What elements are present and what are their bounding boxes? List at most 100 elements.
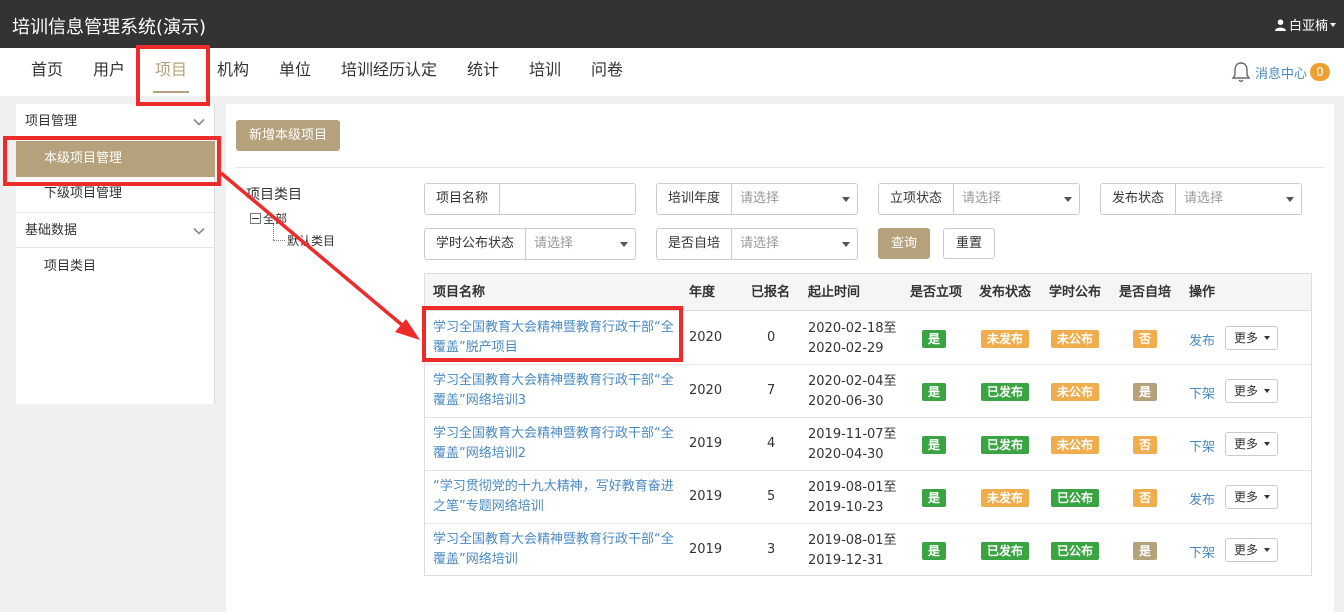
caret-down-icon: [620, 242, 628, 247]
period-start: 2019-11-07至: [808, 427, 897, 442]
self-training-select[interactable]: 请选择: [732, 229, 857, 259]
unpublish-link[interactable]: 下架: [1189, 542, 1215, 561]
column-header: 年度: [689, 285, 716, 300]
publish-status-badge: 未发布: [981, 330, 1030, 348]
sidebar-group-label: 项目管理: [25, 114, 78, 129]
year-cell: 2020: [689, 383, 723, 398]
select-placeholder: 请选择: [962, 191, 1002, 206]
period-start: 2019-08-01至: [808, 533, 897, 548]
year-cell: 2019: [689, 489, 723, 504]
more-dropdown-button[interactable]: 更多: [1225, 432, 1278, 456]
tree-node-all[interactable]: 全部: [250, 210, 287, 227]
enrolled-cell: 4: [767, 436, 776, 451]
caret-down-icon: [1286, 197, 1294, 202]
caret-down-icon: [842, 242, 850, 247]
query-button[interactable]: 查询: [878, 228, 930, 259]
add-project-button[interactable]: 新增本级项目: [236, 120, 340, 151]
publish-link[interactable]: 发布: [1189, 330, 1215, 349]
tree-connector: [273, 240, 285, 241]
nav-home[interactable]: 首页: [31, 48, 63, 96]
select-placeholder: 请选择: [534, 236, 574, 251]
period-cell: 2019-11-07至 2020-04-30: [808, 425, 897, 465]
project-name-link[interactable]: 学习全国教育大会精神暨教育行政干部“全覆盖”网络培训2: [433, 424, 678, 464]
project-name-link[interactable]: “学习贯彻党的十九大精神，写好教育奋进之笔”专题网络培训: [433, 477, 678, 517]
approved-badge: 是: [922, 436, 947, 454]
year-cell: 2019: [689, 542, 723, 557]
unpublish-link[interactable]: 下架: [1189, 436, 1215, 455]
sidebar-item-sub-projects[interactable]: 下级项目管理: [16, 176, 215, 212]
filter-self-training: 是否自培 请选择: [656, 228, 858, 260]
project-name-link[interactable]: 学习全国教育大会精神暨教育行政干部“全覆盖”脱产项目: [433, 318, 678, 358]
sidebar-item-local-projects[interactable]: 本级项目管理: [16, 141, 215, 177]
nav-institutions[interactable]: 机构: [217, 48, 249, 96]
more-dropdown-button[interactable]: 更多: [1225, 538, 1278, 562]
approval-status-select[interactable]: 请选择: [954, 184, 1079, 214]
tree-node-default[interactable]: 默认类目: [287, 232, 335, 249]
more-dropdown-button[interactable]: 更多: [1225, 379, 1278, 403]
project-table: 项目名称 年度 已报名 起止时间 是否立项 发布状态 学时公布 是否自培 操作 …: [424, 273, 1312, 576]
publish-status-badge: 未发布: [981, 489, 1030, 507]
filter-training-year: 培训年度 请选择: [656, 183, 858, 215]
message-center[interactable]: 消息中心 0: [1231, 61, 1330, 83]
nav-training-recognition[interactable]: 培训经历认定: [341, 48, 437, 96]
nav-projects[interactable]: 项目: [152, 48, 190, 96]
column-header: 发布状态: [979, 285, 1032, 300]
sidebar-group-project-management[interactable]: 项目管理: [16, 104, 215, 140]
publish-status-badge: 已发布: [981, 436, 1030, 454]
tree-node-label: 全部: [263, 212, 288, 226]
nav-units[interactable]: 单位: [279, 48, 311, 96]
caret-down-icon: [1264, 495, 1270, 499]
caret-down-icon: [1330, 22, 1336, 27]
more-dropdown-button[interactable]: 更多: [1225, 485, 1278, 509]
hours-status-badge: 未公布: [1051, 330, 1100, 348]
period-end: 2020-06-30: [808, 394, 884, 409]
publish-status-badge: 已发布: [981, 542, 1030, 560]
column-header: 是否自培: [1119, 285, 1172, 300]
sidebar: 项目管理 本级项目管理 下级项目管理 基础数据 项目类目: [16, 104, 215, 404]
filter-project-name: 项目名称: [424, 183, 636, 215]
more-dropdown-button[interactable]: 更多: [1225, 326, 1278, 350]
nav-survey[interactable]: 问卷: [591, 48, 623, 96]
project-name-link[interactable]: 学习全国教育大会精神暨教育行政干部“全覆盖”网络培训: [433, 530, 678, 570]
period-start: 2019-08-01至: [808, 480, 897, 495]
filter-label: 培训年度: [657, 184, 733, 214]
self-training-badge: 否: [1133, 330, 1158, 348]
hours-status-badge: 未公布: [1051, 436, 1100, 454]
sidebar-group-label: 基础数据: [25, 223, 78, 238]
filter-publish-status: 发布状态 请选择: [1100, 183, 1302, 215]
project-name-input[interactable]: [500, 184, 635, 214]
top-bar: 培训信息管理系统(演示) 白亚楠: [0, 0, 1344, 48]
nav-users[interactable]: 用户: [93, 48, 125, 96]
period-cell: 2020-02-04至 2020-06-30: [808, 372, 897, 412]
hours-status-badge: 已公布: [1051, 542, 1100, 560]
divider: [236, 167, 1324, 168]
project-name-link[interactable]: 学习全国教育大会精神暨教育行政干部“全覆盖”网络培训3: [433, 371, 678, 411]
sidebar-item-categories[interactable]: 项目类目: [16, 249, 215, 285]
publish-link[interactable]: 发布: [1189, 489, 1215, 508]
self-training-badge: 是: [1133, 542, 1158, 560]
period-start: 2020-02-04至: [808, 374, 897, 389]
app-title: 培训信息管理系统(演示): [12, 17, 207, 38]
training-year-select[interactable]: 请选择: [732, 184, 857, 214]
hours-status-badge: 未公布: [1051, 383, 1100, 401]
filter-label: 发布状态: [1101, 184, 1177, 214]
column-header: 项目名称: [433, 285, 486, 300]
reset-button[interactable]: 重置: [943, 228, 995, 259]
more-label: 更多: [1234, 331, 1259, 345]
chevron-down-icon: [193, 227, 205, 235]
publish-status-select[interactable]: 请选择: [1176, 184, 1301, 214]
nav-statistics[interactable]: 统计: [467, 48, 499, 96]
collapse-icon[interactable]: [250, 213, 261, 224]
caret-down-icon: [1064, 197, 1072, 202]
table-row: 学习全国教育大会精神暨教育行政干部“全覆盖”脱产项目 2020 0 2020-0…: [425, 312, 1311, 365]
main-nav: 首页 用户 项目 机构 单位 培训经历认定 统计 培训 问卷 消息中心 0: [0, 48, 1344, 96]
nav-training[interactable]: 培训: [529, 48, 561, 96]
caret-down-icon: [1264, 389, 1270, 393]
unpublish-link[interactable]: 下架: [1189, 383, 1215, 402]
year-cell: 2020: [689, 330, 723, 345]
table-row: 学习全国教育大会精神暨教育行政干部“全覆盖”网络培训2 2019 4 2019-…: [425, 418, 1311, 471]
message-count-badge: 0: [1310, 63, 1330, 81]
sidebar-group-basic-data[interactable]: 基础数据: [16, 212, 215, 248]
user-menu[interactable]: 白亚楠: [1274, 15, 1336, 34]
hours-status-select[interactable]: 请选择: [526, 229, 635, 259]
